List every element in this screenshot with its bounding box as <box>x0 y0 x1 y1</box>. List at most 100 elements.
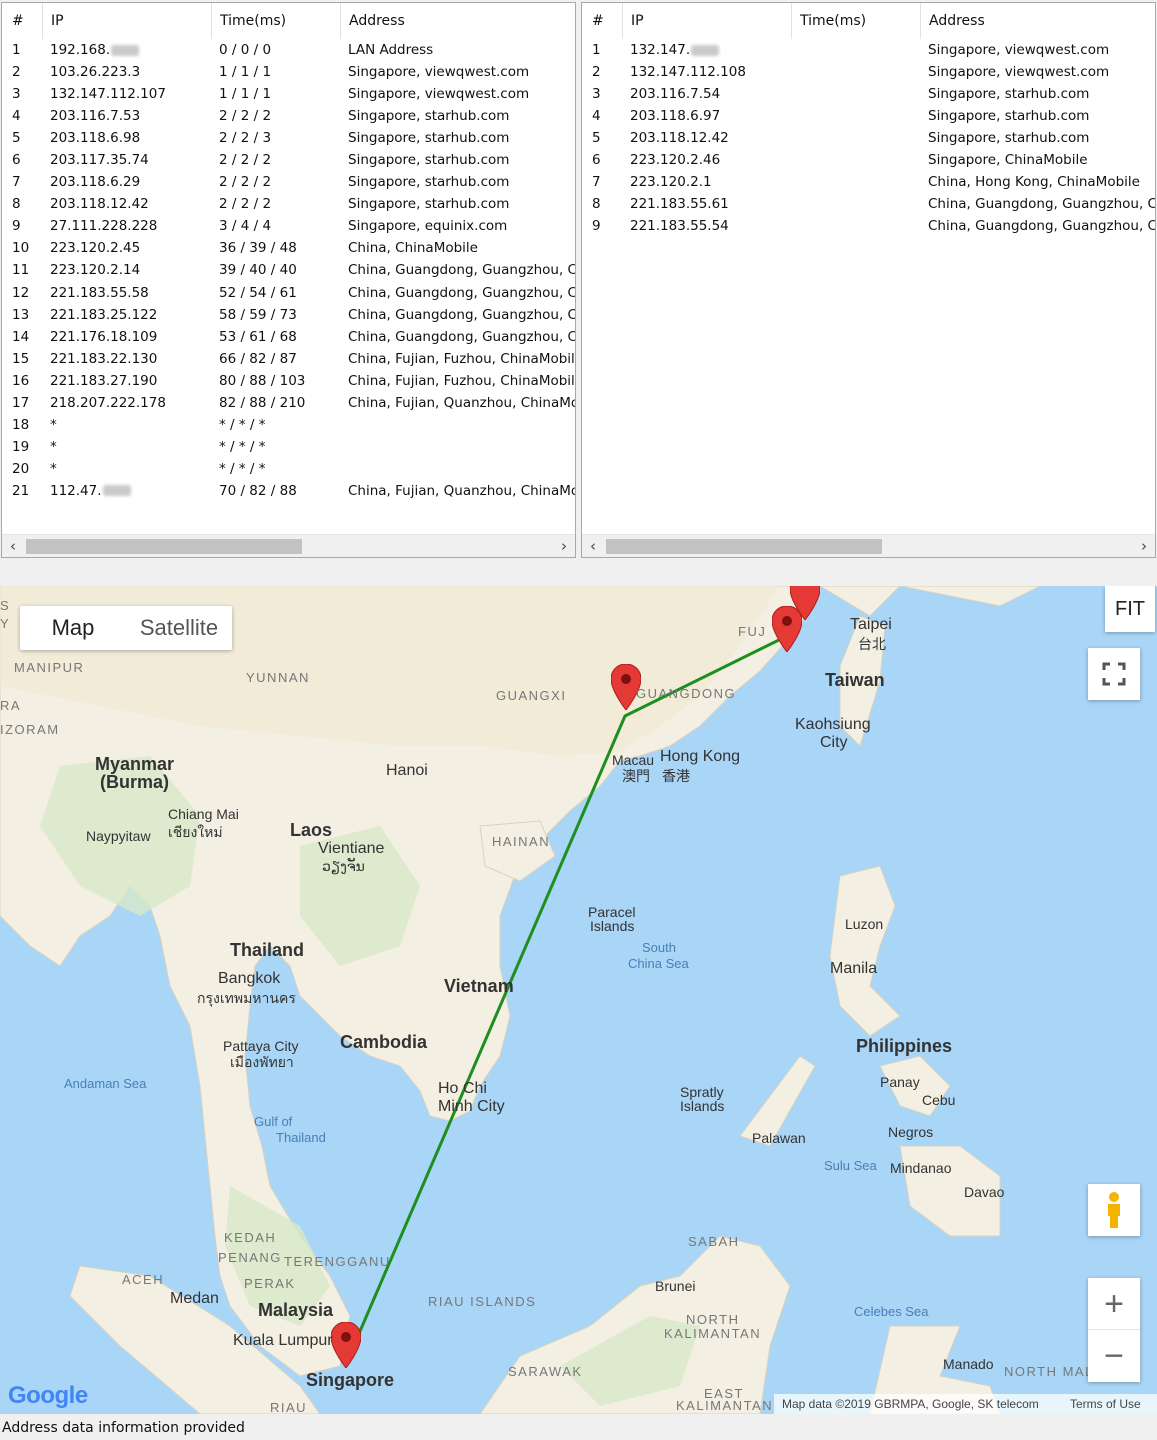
hop-number: 5 <box>12 130 21 147</box>
table-row[interactable]: 14 221.176.18.109 53 / 61 / 68 China, Guang… <box>2 326 575 348</box>
marker-singapore-icon[interactable] <box>331 1322 361 1368</box>
table-row[interactable]: 11 223.120.2.14 39 / 40 / 40 China, Guangdo… <box>2 259 575 281</box>
zoom-out-button[interactable]: − <box>1088 1330 1140 1382</box>
map-label: PENANG <box>218 1250 282 1265</box>
map-label: กรุงเทพมหานคร <box>197 990 296 1006</box>
col-number-header[interactable]: # <box>4 3 46 39</box>
table-row[interactable]: 4 203.116.7.53 2 / 2 / 2 Singapore, starhub… <box>2 105 575 127</box>
col-address-header[interactable]: Address <box>340 3 575 39</box>
col-time-header[interactable]: Time(ms) <box>791 3 921 39</box>
hop-address: Singapore, viewqwest.com <box>928 42 1110 58</box>
scroll-right-arrow-icon[interactable]: › <box>553 535 575 557</box>
hop-time: 0 / 0 / 0 <box>219 42 272 58</box>
hop-address: Singapore, viewqwest.com <box>348 86 530 103</box>
scroll-right-arrow-icon[interactable]: › <box>1133 535 1155 557</box>
table-row[interactable]: 6 203.117.35.74 2 / 2 / 2 Singapore, starhu… <box>2 149 575 171</box>
table-row[interactable]: 2 103.26.223.3 1 / 1 / 1 Singapore, viewqwe… <box>2 61 575 83</box>
map-label: Thailand <box>230 940 305 960</box>
hop-number: 13 <box>12 306 30 323</box>
table-row[interactable]: 2 132.147.112.108 Singapore, viewqwest.com <box>582 61 1155 83</box>
table-row[interactable]: 9 221.183.55.54 China, Guangdong, Guangzho… <box>582 215 1155 237</box>
terms-link[interactable]: Terms of Use <box>1062 1394 1157 1414</box>
hop-number: 3 <box>12 86 21 103</box>
marker-quanzhou-icon[interactable] <box>790 586 820 620</box>
map-type-map-button[interactable]: Map <box>20 606 126 650</box>
route-map[interactable]: Myanmar (Burma) Laos Thailand Vietnam Cambodi… <box>0 586 1157 1414</box>
map-label: GUANGXI <box>496 688 567 703</box>
horizontal-scrollbar[interactable]: ‹ › <box>2 534 575 557</box>
traceroute-table-right[interactable]: # IP Time(ms) Address 1 132.147. Singapore… <box>581 2 1156 558</box>
map-label: 香港 <box>662 768 690 784</box>
traceroute-table-left[interactable]: # IP Time(ms) Address 1 192.168. 0 / 0 / 0… <box>1 2 576 558</box>
hop-ip: 203.118.6.97 <box>630 108 721 125</box>
map-label: Mindanao <box>890 1160 952 1176</box>
hop-ip: 218.207.222.178 <box>50 394 166 411</box>
fit-button[interactable]: FIT <box>1105 586 1155 632</box>
map-label: (Burma) <box>100 772 170 792</box>
table-row[interactable]: 7 223.120.2.1 China, Hong Kong, ChinaMobil… <box>582 171 1155 193</box>
col-ip-header[interactable]: IP <box>42 3 210 39</box>
hop-number: 17 <box>12 394 30 411</box>
hop-time: * / * / * <box>219 438 266 455</box>
table-row[interactable]: 4 203.118.6.97 Singapore, starhub.com <box>582 105 1155 127</box>
map-label: MANIPUR <box>14 660 85 675</box>
table-row[interactable]: 6 223.120.2.46 Singapore, ChinaMobile <box>582 149 1155 171</box>
scroll-thumb[interactable] <box>606 539 882 554</box>
table-row[interactable]: 5 203.118.12.42 Singapore, starhub.com <box>582 127 1155 149</box>
map-label: IZORAM <box>0 722 60 737</box>
table-row[interactable]: 1 192.168. 0 / 0 / 0 LAN Address <box>2 39 575 61</box>
hop-ip: 103.26.223.3 <box>50 64 141 81</box>
zoom-in-button[interactable]: + <box>1088 1278 1140 1330</box>
street-view-button[interactable] <box>1088 1184 1140 1236</box>
google-logo[interactable]: Google <box>8 1382 88 1410</box>
table-row[interactable]: 10 223.120.2.45 36 / 39 / 48 China, ChinaMo… <box>2 237 575 259</box>
table-body: 1 132.147. Singapore, viewqwest.com 2 132.14… <box>582 39 1155 237</box>
hop-address: Singapore, starhub.com <box>928 108 1090 125</box>
table-row[interactable]: 3 203.116.7.54 Singapore, starhub.com <box>582 83 1155 105</box>
table-row[interactable]: 20 * * / * / * <box>2 458 575 480</box>
map-attribution: Map data ©2019 GBRMPA, Google, SK teleco… <box>774 1394 1062 1414</box>
table-row[interactable]: 9 27.111.228.228 3 / 4 / 4 Singapore, equin… <box>2 215 575 237</box>
table-row[interactable]: 15 221.183.22.130 66 / 82 / 87 China, Fujia… <box>2 348 575 370</box>
table-row[interactable]: 3 132.147.112.107 1 / 1 / 1 Singapore, view… <box>2 83 575 105</box>
scroll-left-arrow-icon[interactable]: ‹ <box>582 535 604 557</box>
table-row[interactable]: 12 221.183.55.58 52 / 54 / 61 China, Guangd… <box>2 282 575 304</box>
scroll-thumb[interactable] <box>26 539 302 554</box>
hop-address: Singapore, starhub.com <box>928 130 1090 147</box>
hop-number: 4 <box>592 108 601 125</box>
map-type-control[interactable]: Map Satellite <box>20 606 232 650</box>
zoom-control[interactable]: + − <box>1088 1278 1140 1382</box>
hop-time: 80 / 88 / 103 <box>219 372 306 389</box>
hop-number: 4 <box>12 108 21 125</box>
map-label: TERENGGANU <box>284 1254 391 1269</box>
table-row[interactable]: 17 218.207.222.178 82 / 88 / 210 China, Fuj… <box>2 392 575 414</box>
hop-time: 2 / 2 / 2 <box>219 152 272 169</box>
hop-time: * / * / * <box>219 416 266 433</box>
table-row[interactable]: 8 221.183.55.61 China, Guangdong, Guangzho… <box>582 193 1155 215</box>
col-time-header[interactable]: Time(ms) <box>211 3 341 39</box>
fullscreen-button[interactable] <box>1088 648 1140 700</box>
hop-address: Singapore, starhub.com <box>928 86 1090 103</box>
table-row[interactable]: 18 * * / * / * <box>2 414 575 436</box>
table-row[interactable]: 7 203.118.6.29 2 / 2 / 2 Singapore, starhub… <box>2 171 575 193</box>
col-number-header[interactable]: # <box>584 3 626 39</box>
table-row[interactable]: 1 132.147. Singapore, viewqwest.com <box>582 39 1155 61</box>
table-row[interactable]: 8 203.118.12.42 2 / 2 / 2 Singapore, starhu… <box>2 193 575 215</box>
table-row[interactable]: 21 112.47. 70 / 82 / 88 China, Fujian, Quan… <box>2 480 575 502</box>
table-row[interactable]: 16 221.183.27.190 80 / 88 / 103 China, Fuji… <box>2 370 575 392</box>
hop-ip: * <box>50 438 57 455</box>
hop-number: 8 <box>592 196 601 213</box>
map-type-satellite-button[interactable]: Satellite <box>126 606 232 650</box>
hop-ip: 221.176.18.109 <box>50 328 158 345</box>
col-address-header[interactable]: Address <box>920 3 1155 39</box>
hop-ip: 192.168. <box>50 39 210 61</box>
table-row[interactable]: 5 203.118.6.98 2 / 2 / 3 Singapore, starhub… <box>2 127 575 149</box>
scroll-left-arrow-icon[interactable]: ‹ <box>2 535 24 557</box>
hop-number: 10 <box>12 240 30 257</box>
table-row[interactable]: 13 221.183.25.122 58 / 59 / 73 China, Guang… <box>2 304 575 326</box>
horizontal-scrollbar[interactable]: ‹ › <box>582 534 1155 557</box>
table-row[interactable]: 19 * * / * / * <box>2 436 575 458</box>
hop-number: 11 <box>12 262 30 279</box>
hop-number: 1 <box>12 42 21 58</box>
col-ip-header[interactable]: IP <box>622 3 790 39</box>
